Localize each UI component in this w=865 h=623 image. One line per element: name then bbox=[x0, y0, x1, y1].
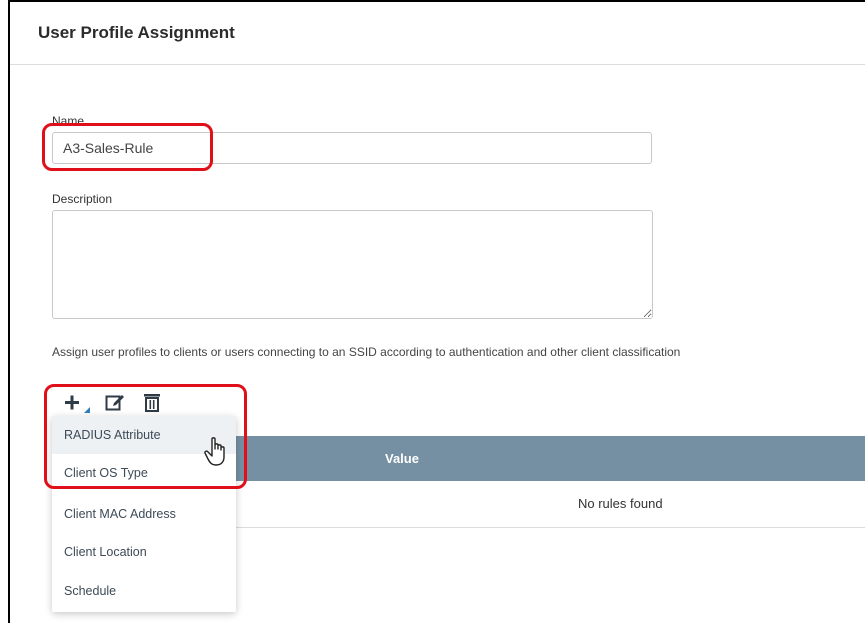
name-label: Name bbox=[52, 114, 85, 128]
menu-item-client-mac-address[interactable]: Client MAC Address bbox=[52, 495, 236, 533]
page-title: User Profile Assignment bbox=[38, 23, 235, 42]
name-field[interactable]: A3-Sales-Rule bbox=[52, 132, 652, 164]
delete-rule-button[interactable] bbox=[143, 393, 161, 412]
empty-state-text: No rules found bbox=[578, 496, 663, 511]
edit-icon bbox=[105, 395, 124, 411]
panel-header: User Profile Assignment bbox=[10, 2, 865, 65]
plus-icon bbox=[65, 395, 90, 413]
trash-icon bbox=[144, 394, 160, 412]
add-rule-button[interactable] bbox=[64, 394, 94, 416]
menu-item-schedule[interactable]: Schedule bbox=[52, 572, 236, 610]
menu-item-client-location[interactable]: Client Location bbox=[52, 533, 236, 571]
window-border-left bbox=[8, 0, 10, 623]
edit-rule-button[interactable] bbox=[105, 394, 125, 412]
rules-table-body: No rules found bbox=[236, 481, 865, 528]
description-field[interactable] bbox=[52, 210, 653, 319]
column-header-value: Value bbox=[385, 451, 419, 466]
hand-cursor-icon bbox=[204, 436, 230, 473]
instructions-text: Assign user profiles to clients or users… bbox=[52, 345, 681, 359]
description-label: Description bbox=[52, 192, 113, 206]
rules-table-header: Value bbox=[236, 436, 865, 481]
